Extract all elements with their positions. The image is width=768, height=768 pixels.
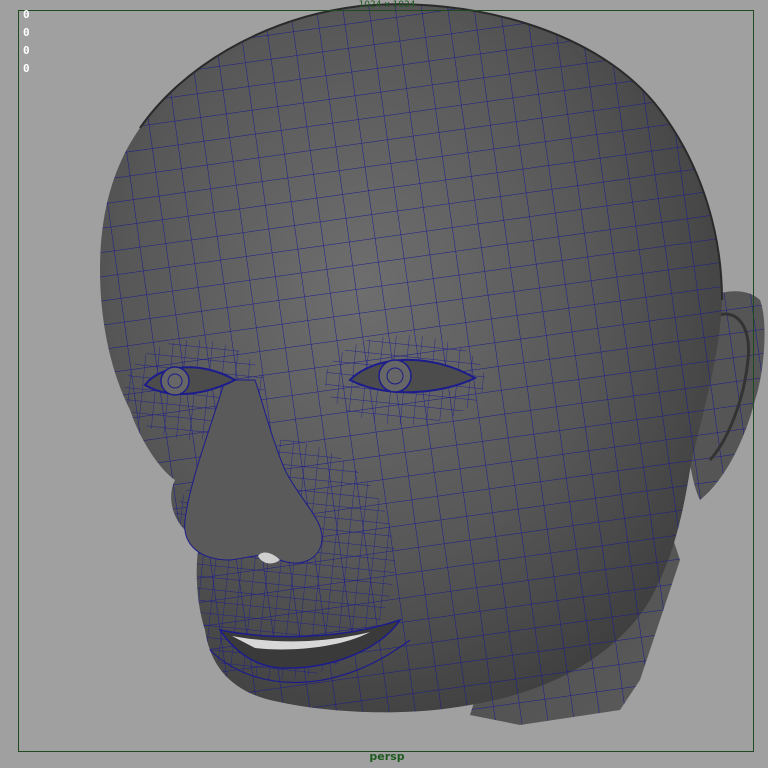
hud-value: 0 (23, 62, 30, 75)
hud-value: 0 (23, 44, 30, 57)
hud-value: 0 (23, 8, 30, 21)
head-mesh-model[interactable] (0, 0, 768, 768)
hud-value: 0 (23, 26, 30, 39)
maya-perspective-viewport[interactable]: 1024 x 1024 persp 0 0 0 0 (0, 0, 768, 768)
hud-display: 0 0 0 0 (23, 6, 30, 78)
